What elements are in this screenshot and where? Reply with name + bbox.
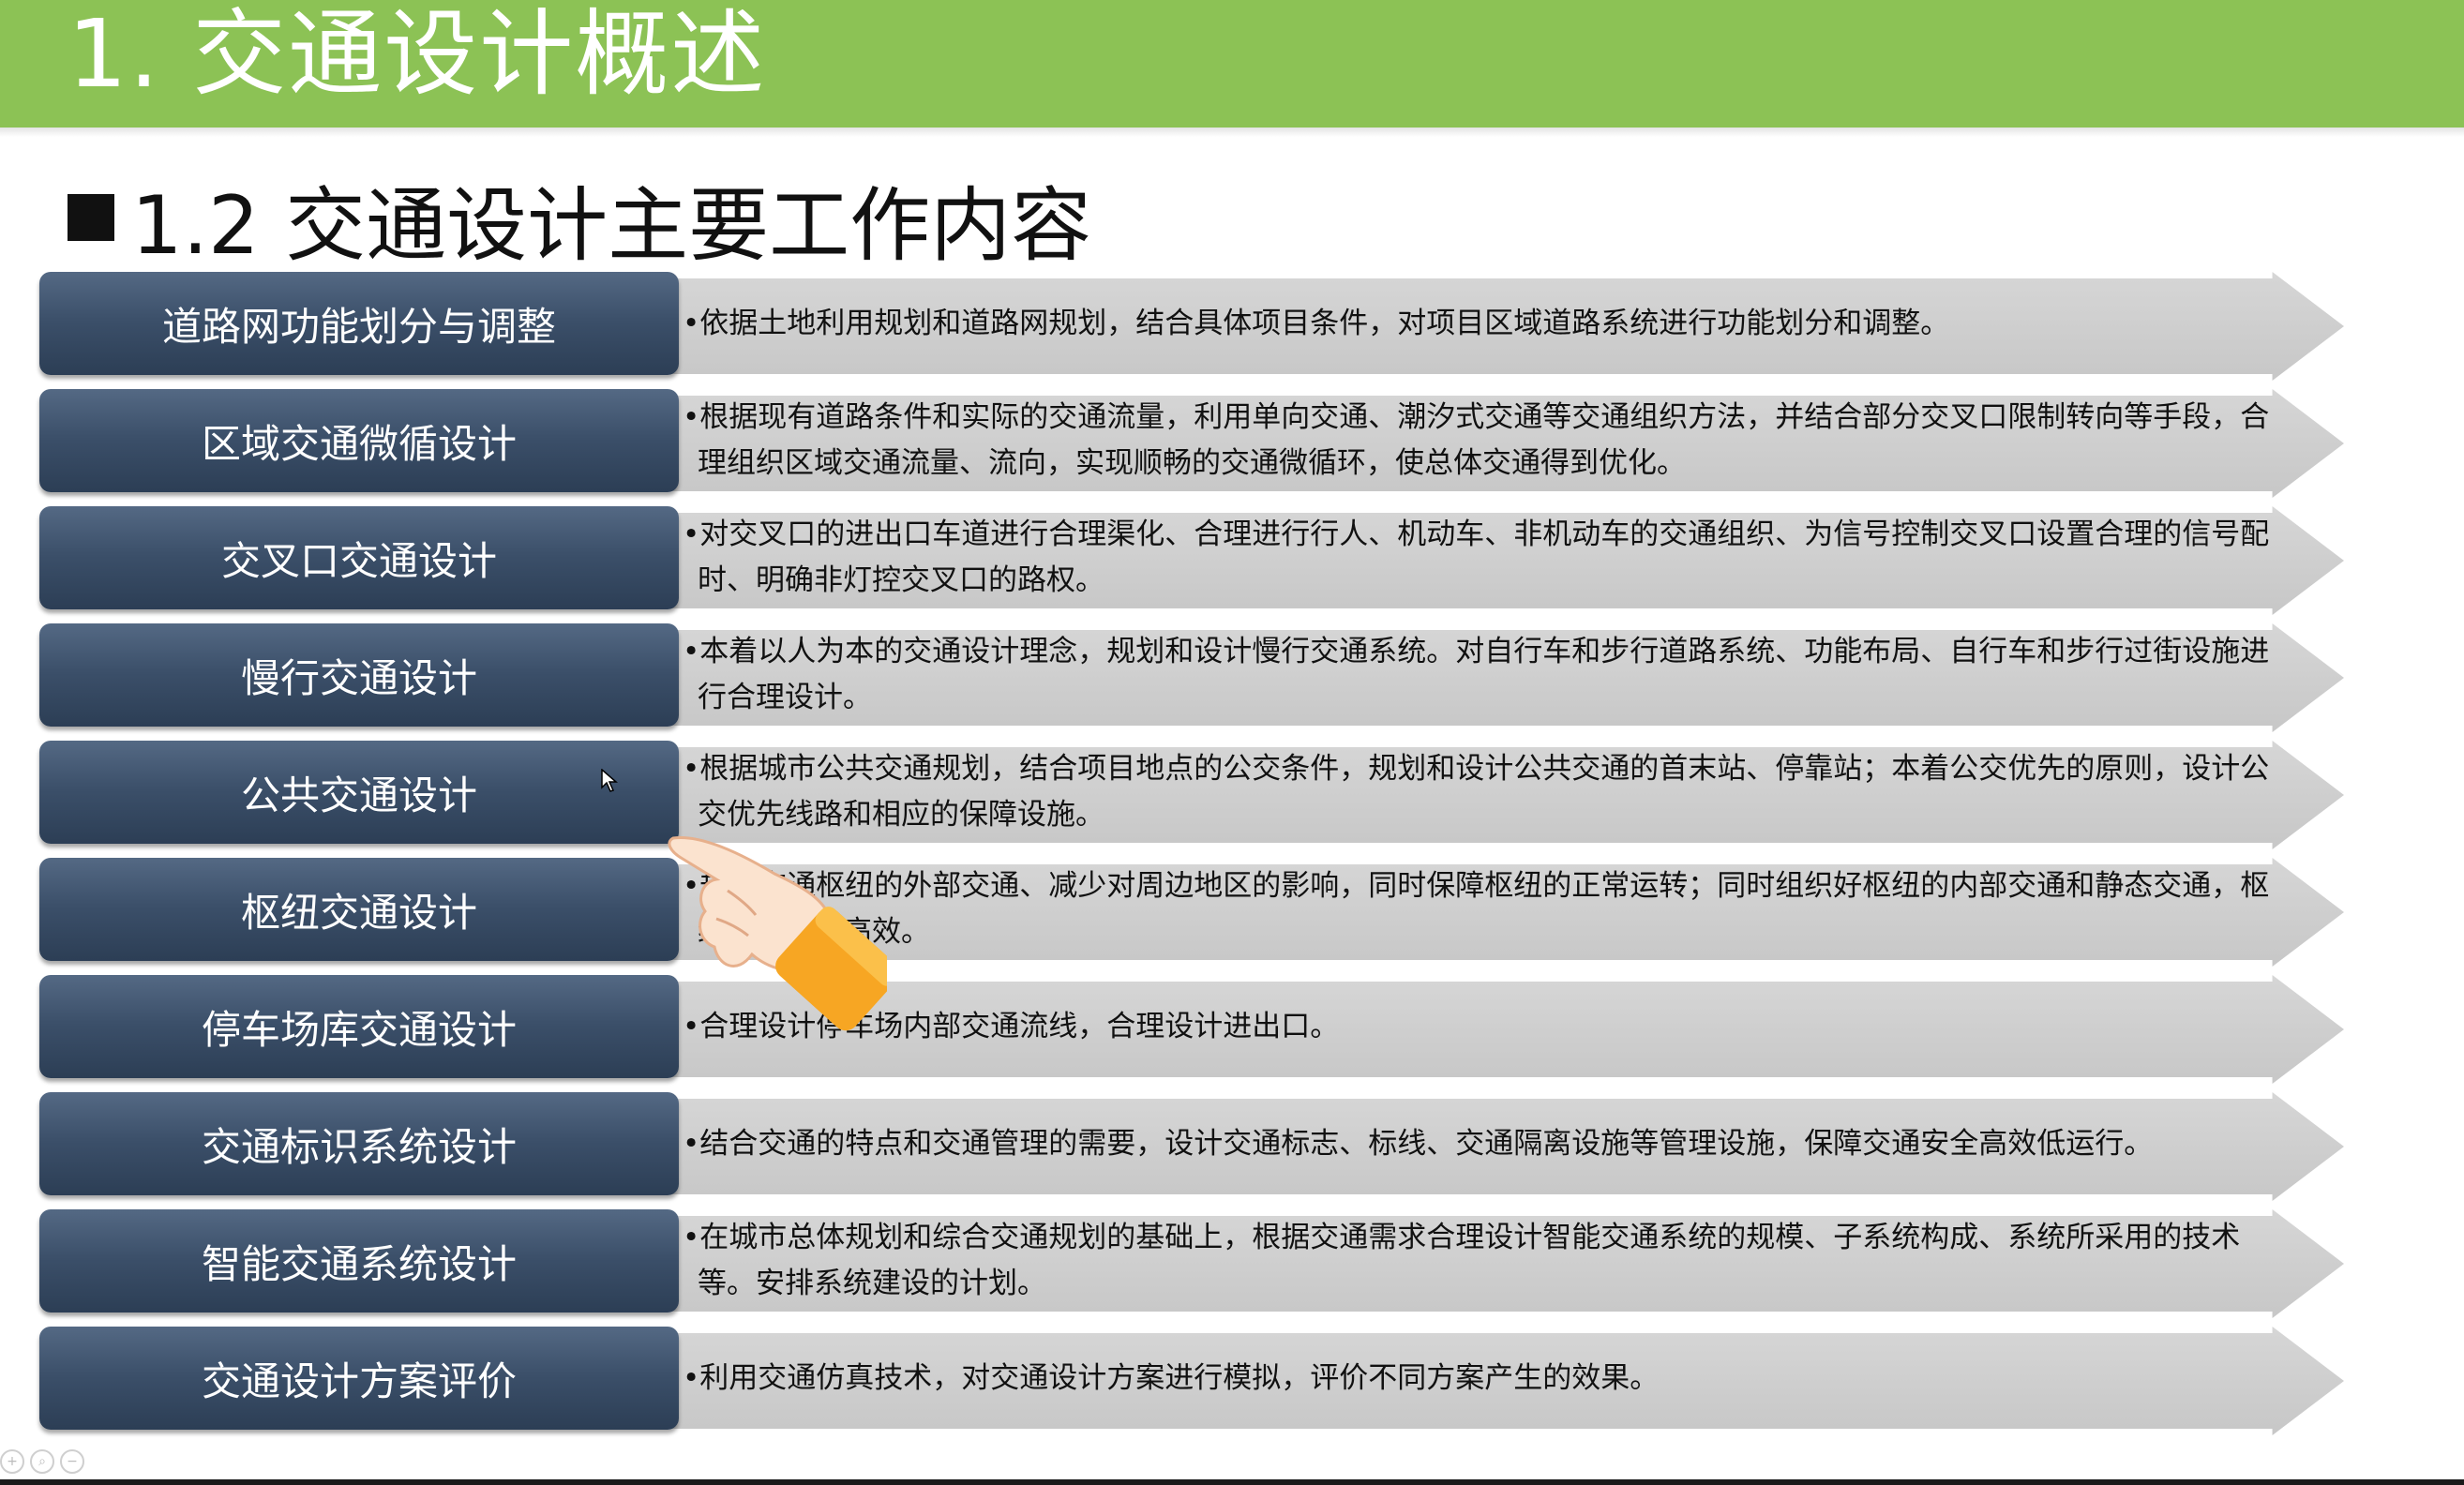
row-label: 公共交通设计	[240, 772, 477, 818]
row-label-box: 停车场库交通设计	[39, 975, 679, 1078]
content-row: 公共交通设计 •根据城市公共交通规划，结合项目地点的公交条件，规划和设计公共交通…	[0, 741, 2464, 849]
row-description-text: •本着以人为本的交通设计理念，规划和设计慢行交通系统。对自行车和步行道路系统、功…	[683, 635, 2270, 714]
content-row: 区域交通微循设计 •根据现有道路条件和实际的交通流量，利用单向交通、潮汐式交通等…	[0, 389, 2464, 498]
row-label-box: 道路网功能划分与调整	[39, 272, 679, 375]
row-label: 交叉口交通设计	[220, 537, 497, 584]
mouse-cursor-icon	[601, 769, 618, 792]
row-label: 区域交通微循设计	[201, 420, 517, 467]
section-heading: 1.2 交通设计主要工作内容	[68, 161, 1091, 274]
content-row: 交通标识系统设计 •结合交通的特点和交通管理的需要，设计交通标志、标线、交通隔离…	[0, 1092, 2464, 1201]
row-label: 智能交通系统设计	[201, 1240, 517, 1287]
row-label-box: 慢行交通设计	[39, 623, 679, 727]
content-row: 枢纽交通设计 •规划交通枢纽的外部交通、减少对周边地区的影响，同时保障枢纽的正常…	[0, 858, 2464, 967]
row-label: 交通设计方案评价	[201, 1358, 517, 1404]
zoom-out-icon[interactable]: −	[60, 1449, 84, 1474]
row-label: 慢行交通设计	[240, 654, 477, 701]
zoom-in-icon[interactable]: +	[0, 1449, 24, 1474]
row-label-box: 智能交通系统设计	[39, 1209, 679, 1312]
row-description-text: •对交叉口的进出口车道进行合理渠化、合理进行行人、机动车、非机动车的交通组织、为…	[683, 518, 2270, 597]
row-label-box: 枢纽交通设计	[39, 858, 679, 961]
row-description: •根据现有道路条件和实际的交通流量，利用单向交通、潮汐式交通等交通组织方法，并结…	[683, 389, 2276, 492]
row-description: •根据城市公共交通规划，结合项目地点的公交条件，规划和设计公共交通的首末站、停靠…	[683, 741, 2276, 844]
slide-header: 1. 交通设计概述	[0, 0, 2464, 128]
square-bullet-icon	[68, 194, 114, 241]
content-row: 停车场库交通设计 •合理设计停车场内部交通流线，合理设计进出口。	[0, 975, 2464, 1084]
row-description: •利用交通仿真技术，对交通设计方案进行模拟，评价不同方案产生的效果。	[683, 1327, 2276, 1430]
row-label: 枢纽交通设计	[240, 889, 477, 936]
row-label-box: 交通设计方案评价	[39, 1327, 679, 1430]
content-row: 交叉口交通设计 •对交叉口的进出口车道进行合理渠化、合理进行行人、机动车、非机动…	[0, 506, 2464, 615]
row-description-text: •利用交通仿真技术，对交通设计方案进行模拟，评价不同方案产生的效果。	[683, 1360, 1660, 1395]
row-description: •在城市总体规划和综合交通规划的基础上，根据交通需求合理设计智能交通系统的规模、…	[683, 1209, 2276, 1312]
row-label: 停车场库交通设计	[201, 1006, 517, 1053]
row-description: •依据土地利用规划和道路网规划，结合具体项目条件，对项目区域道路系统进行功能划分…	[683, 272, 2276, 375]
slide-title: 1. 交通设计概述	[68, 0, 767, 109]
zoom-icon[interactable]: ⌕	[30, 1449, 54, 1474]
row-description-text: •在城市总体规划和综合交通规划的基础上，根据交通需求合理设计智能交通系统的规模、…	[683, 1221, 2241, 1300]
section-title: 1.2 交通设计主要工作内容	[131, 178, 1092, 273]
content-row: 交通设计方案评价 •利用交通仿真技术，对交通设计方案进行模拟，评价不同方案产生的…	[0, 1327, 2464, 1435]
row-label-box: 交通标识系统设计	[39, 1092, 679, 1195]
content-row: 道路网功能划分与调整 •依据土地利用规划和道路网规划，结合具体项目条件，对项目区…	[0, 272, 2464, 381]
row-description-text: •规划交通枢纽的外部交通、减少对周边地区的影响，同时保障枢纽的正常运转；同时组织…	[683, 869, 2270, 949]
row-description-text: •结合交通的特点和交通管理的需要，设计交通标志、标线、交通隔离设施等管理设施，保…	[683, 1126, 2154, 1161]
row-description-text: •依据土地利用规划和道路网规划，结合具体项目条件，对项目区域道路系统进行功能划分…	[683, 306, 1950, 340]
row-label: 交通标识系统设计	[201, 1123, 517, 1170]
content-row: 智能交通系统设计 •在城市总体规划和综合交通规划的基础上，根据交通需求合理设计智…	[0, 1209, 2464, 1318]
row-label-box: 区域交通微循设计	[39, 389, 679, 492]
bottom-toolbar: + ⌕ −	[0, 1449, 90, 1474]
row-description: •规划交通枢纽的外部交通、减少对周边地区的影响，同时保障枢纽的正常运转；同时组织…	[683, 858, 2276, 961]
row-description: •结合交通的特点和交通管理的需要，设计交通标志、标线、交通隔离设施等管理设施，保…	[683, 1092, 2276, 1195]
header-shadow	[0, 128, 2464, 137]
row-description: •合理设计停车场内部交通流线，合理设计进出口。	[683, 975, 2276, 1078]
row-label-box: 交叉口交通设计	[39, 506, 679, 609]
row-description-text: •根据城市公共交通规划，结合项目地点的公交条件，规划和设计公共交通的首末站、停靠…	[683, 752, 2270, 832]
hand-pointer-icon	[668, 835, 887, 1031]
row-description-text: •根据现有道路条件和实际的交通流量，利用单向交通、潮汐式交通等交通组织方法，并结…	[683, 400, 2270, 480]
row-label: 道路网功能划分与调整	[161, 303, 556, 350]
row-description: •对交叉口的进出口车道进行合理渠化、合理进行行人、机动车、非机动车的交通组织、为…	[683, 506, 2276, 609]
row-label-box: 公共交通设计	[39, 741, 679, 844]
bottom-bar	[0, 1479, 2464, 1485]
content-row: 慢行交通设计 •本着以人为本的交通设计理念，规划和设计慢行交通系统。对自行车和步…	[0, 623, 2464, 732]
row-description: •本着以人为本的交通设计理念，规划和设计慢行交通系统。对自行车和步行道路系统、功…	[683, 623, 2276, 727]
